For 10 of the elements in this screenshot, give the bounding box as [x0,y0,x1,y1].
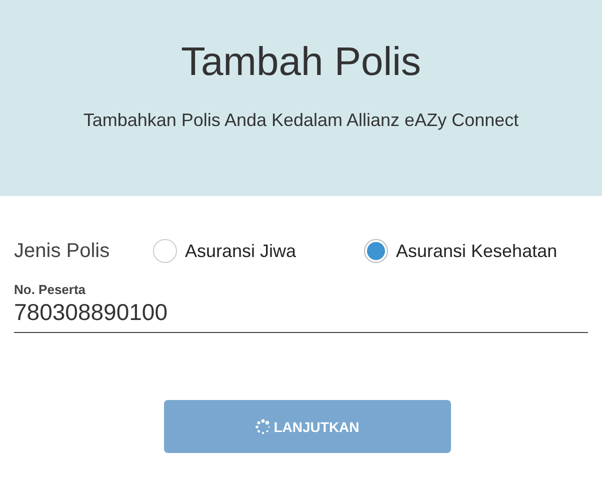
radio-button[interactable] [364,239,388,263]
radio-button[interactable] [153,239,177,263]
radio-label[interactable]: Asuransi Kesehatan [396,240,558,262]
field-value: 780308890100 [14,299,168,326]
page-subtitle: Tambahkan Polis Anda Kedalam Allianz eAZy Connect [82,110,520,131]
page-title: Tambah Polis [180,39,422,86]
policy-type-label: Jenis Polis [14,240,111,262]
member-number-field[interactable]: No. Peserta 780308890100 [14,282,588,333]
radio-label[interactable]: Asuransi Jiwa [185,240,296,262]
field-label: No. Peserta [14,282,87,297]
